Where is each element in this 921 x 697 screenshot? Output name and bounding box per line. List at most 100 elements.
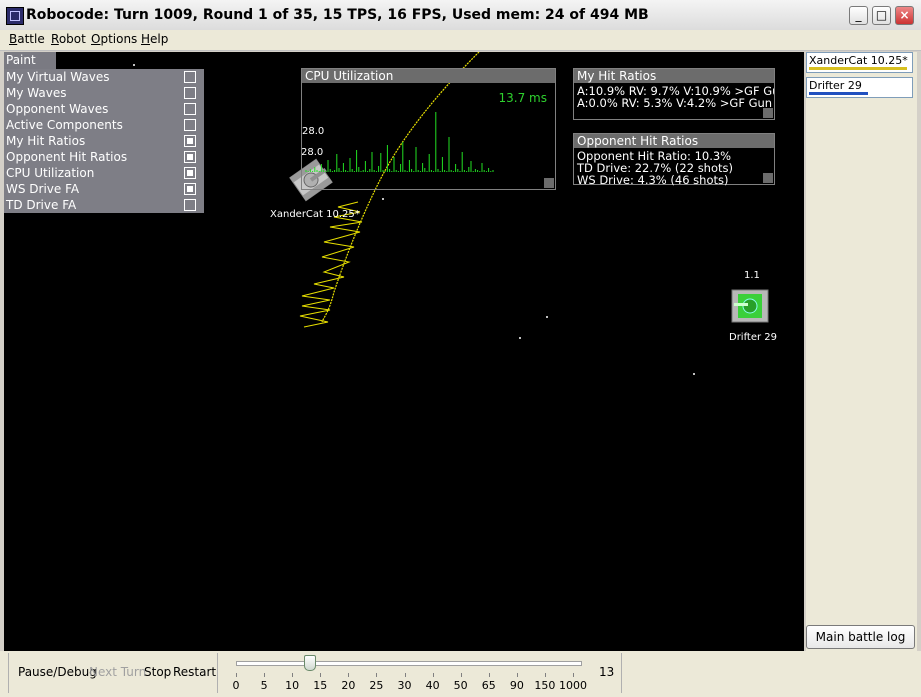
- paint-options-panel: My Virtual Waves My Waves Opponent Waves…: [4, 69, 204, 213]
- battle-arena[interactable]: 28.0 XanderCat 10.25* 1.1 Drifter 29 Pai…: [4, 52, 804, 651]
- pause-debug-button[interactable]: Pause/Debug: [18, 665, 97, 679]
- paint-item-label: Opponent Waves: [6, 102, 109, 116]
- checkbox-checked[interactable]: [184, 167, 196, 179]
- paint-item-cpu-utilization[interactable]: CPU Utilization: [6, 165, 201, 181]
- slider-tick: [460, 673, 462, 677]
- bullet-dot: [133, 64, 135, 66]
- main-battle-log-button[interactable]: Main battle log: [806, 625, 915, 649]
- slider-tick-label: 150: [534, 679, 556, 692]
- next-turn-button[interactable]: Next Turn: [89, 665, 146, 679]
- minimize-button[interactable]: _: [849, 6, 868, 25]
- slider-tick-label: 5: [260, 679, 268, 692]
- my-hit-ratios-body: A:10.9% RV: 9.7% V:10.9% >GF Gu... A:0.0…: [574, 83, 774, 111]
- slider-tick: [236, 673, 237, 677]
- my-hit-ratios-widget[interactable]: My Hit Ratios A:10.9% RV: 9.7% V:10.9% >…: [573, 68, 775, 120]
- menu-robot[interactable]: Robot: [51, 32, 86, 46]
- checkbox[interactable]: [184, 87, 196, 99]
- paint-item-td-drive-fa[interactable]: TD Drive FA: [6, 197, 201, 213]
- paint-menu-header[interactable]: Paint: [4, 52, 56, 69]
- slider-thumb[interactable]: [304, 655, 316, 671]
- slider-tick: [264, 673, 266, 677]
- slider-tick-label: 65: [481, 679, 496, 692]
- robot-energy-bar: [809, 92, 868, 95]
- cpu-graph: 28.0: [302, 112, 494, 172]
- my-hit-ratios-title: My Hit Ratios: [574, 69, 774, 83]
- paint-item-opponent-hit-ratios[interactable]: Opponent Hit Ratios: [6, 149, 201, 165]
- paint-item-my-waves[interactable]: My Waves: [6, 85, 201, 101]
- slider-tick-label: 25: [369, 679, 384, 692]
- slider-tick: [376, 673, 378, 677]
- slider-tick-label: 1000: [559, 679, 587, 692]
- hit-ratio-line: WS Drive: 4.3% (46 shots): [577, 173, 729, 187]
- menu-bar: Battle Robot Options Help: [0, 30, 921, 51]
- opponent-hit-ratios-body: Opponent Hit Ratio: 10.3% TD Drive: 22.7…: [574, 148, 774, 188]
- checkbox[interactable]: [184, 199, 196, 211]
- robot-energy-bar: [809, 67, 907, 70]
- toolbar-divider: [8, 653, 9, 693]
- cpu-peak-label: 28.0: [302, 126, 324, 137]
- ws-drive-fa-zigzag: [299, 201, 363, 328]
- tps-value: 13: [599, 665, 615, 679]
- widget-resize-handle[interactable]: [763, 108, 773, 118]
- slider-tick-label: 20: [341, 679, 356, 692]
- widget-resize-handle[interactable]: [763, 173, 773, 183]
- slider-track: [236, 661, 582, 666]
- slider-tick: [348, 673, 350, 677]
- menu-battle[interactable]: Battle: [9, 32, 45, 46]
- robot-button-label: Drifter 29: [809, 79, 862, 92]
- stop-button[interactable]: Stop: [144, 665, 171, 679]
- robot-button-drifter[interactable]: Drifter 29: [806, 77, 913, 98]
- bullet-dot: [519, 337, 521, 339]
- toolbar-divider: [217, 653, 218, 693]
- slider-tick-label: 30: [397, 679, 412, 692]
- paint-item-label: CPU Utilization: [6, 166, 95, 180]
- close-button[interactable]: ×: [895, 6, 914, 25]
- slider-tick-label: 40: [425, 679, 440, 692]
- robocode-app-icon[interactable]: [6, 7, 24, 25]
- paint-item-label: My Virtual Waves: [6, 70, 110, 84]
- robot-list-panel: XanderCat 10.25* Drifter 29 Main battle …: [806, 52, 917, 651]
- checkbox-checked[interactable]: [184, 183, 196, 195]
- restart-button[interactable]: Restart: [173, 665, 216, 679]
- checkbox[interactable]: [184, 103, 196, 115]
- widget-resize-handle[interactable]: [544, 178, 554, 188]
- paint-item-label: Opponent Hit Ratios: [6, 150, 128, 164]
- slider-tick-label: 50: [453, 679, 468, 692]
- slider-tick-label: 15: [313, 679, 328, 692]
- menu-options[interactable]: Options: [91, 32, 137, 46]
- slider-tick: [544, 673, 546, 677]
- paint-item-active-components[interactable]: Active Components: [6, 117, 201, 133]
- bullet-dot: [382, 198, 384, 200]
- xandercat-name-label: XanderCat 10.25*: [270, 209, 360, 220]
- slider-tick-label: 90: [509, 679, 524, 692]
- slider-tick-label: 0: [232, 679, 240, 692]
- paint-item-my-virtual-waves[interactable]: My Virtual Waves: [6, 69, 201, 85]
- hit-ratio-line: A:0.0% RV: 5.3% V:4.2% >GF Gun 1: [577, 96, 774, 110]
- toolbar-divider: [621, 653, 622, 693]
- checkbox[interactable]: [184, 71, 196, 83]
- paint-item-opponent-waves[interactable]: Opponent Waves: [6, 101, 201, 117]
- paint-item-ws-drive-fa[interactable]: WS Drive FA: [6, 181, 201, 197]
- paint-item-label: WS Drive FA: [6, 182, 80, 196]
- slider-tick: [320, 673, 322, 677]
- bullet-dot: [546, 316, 548, 318]
- slider-tick: [488, 673, 490, 677]
- drifter-name-label: Drifter 29: [729, 332, 778, 343]
- slider-tick-label: 10: [285, 679, 300, 692]
- robot-button-xandercat[interactable]: XanderCat 10.25*: [806, 52, 913, 73]
- robot-button-label: XanderCat 10.25*: [809, 54, 908, 67]
- paint-item-label: My Waves: [6, 86, 67, 100]
- checkbox-checked[interactable]: [184, 151, 196, 163]
- title-bar: Robocode: Turn 1009, Round 1 of 35, 15 T…: [0, 0, 921, 31]
- paint-item-label: TD Drive FA: [6, 198, 77, 212]
- tps-slider[interactable]: [236, 655, 582, 679]
- checkbox[interactable]: [184, 119, 196, 131]
- menu-help[interactable]: Help: [141, 32, 168, 46]
- cpu-utilization-widget[interactable]: CPU Utilization 13.7 ms 28.0: [301, 68, 556, 190]
- checkbox-checked[interactable]: [184, 135, 196, 147]
- paint-item-my-hit-ratios[interactable]: My Hit Ratios: [6, 133, 201, 149]
- opponent-hit-ratios-widget[interactable]: Opponent Hit Ratios Opponent Hit Ratio: …: [573, 133, 775, 188]
- maximize-button[interactable]: □: [872, 6, 891, 25]
- opponent-hit-ratios-title: Opponent Hit Ratios: [574, 134, 774, 148]
- bullet-dot: [693, 373, 695, 375]
